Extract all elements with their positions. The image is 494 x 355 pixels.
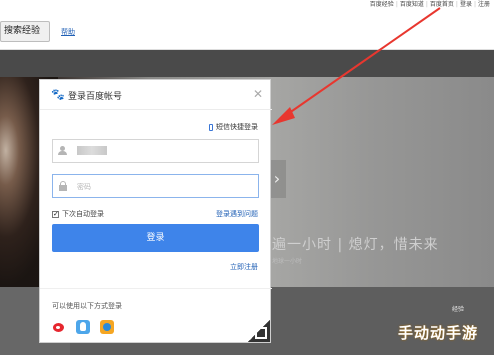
hero-subline: 地球一小时 bbox=[272, 258, 303, 265]
top-link-jingyan[interactable]: 百度经验 bbox=[370, 0, 394, 10]
divider bbox=[40, 288, 272, 289]
user-icon bbox=[58, 146, 68, 156]
phone-icon bbox=[209, 123, 213, 131]
watermark-text: 手动动手游 bbox=[398, 324, 479, 342]
login-button[interactable]: 登录 bbox=[52, 224, 259, 252]
dialog-header: 🐾 登录百度帐号 ✕ bbox=[40, 80, 272, 110]
top-link-home[interactable]: 百度首页 bbox=[430, 0, 454, 10]
auto-login-label: 下次自动登录 bbox=[62, 210, 104, 218]
auto-login-checkbox[interactable] bbox=[52, 210, 59, 218]
search-bar: 搜索经验 帮助 bbox=[0, 16, 494, 50]
dialog-title: 登录百度帐号 bbox=[68, 92, 123, 102]
top-link-zhidao[interactable]: 百度知道 bbox=[400, 0, 424, 10]
top-link-register[interactable]: 注册 bbox=[478, 0, 490, 10]
sms-login-label: 短信快捷登录 bbox=[216, 123, 258, 131]
separator: | bbox=[395, 1, 398, 8]
weibo-icon[interactable] bbox=[52, 320, 66, 334]
watermark-small: 经验 bbox=[452, 306, 465, 313]
baidu-paw-icon: 🐾 bbox=[51, 88, 65, 101]
username-field[interactable] bbox=[52, 139, 259, 163]
username-value-blurred bbox=[77, 146, 107, 155]
close-icon[interactable]: ✕ bbox=[253, 87, 263, 101]
search-experience-button[interactable]: 搜索经验 bbox=[0, 21, 50, 42]
auto-login-option[interactable]: 下次自动登录 bbox=[52, 209, 104, 219]
hero-headline: 遍一小时 | 熄灯，惜未来 bbox=[272, 237, 439, 253]
qq-icon[interactable] bbox=[76, 320, 90, 334]
login-trouble-link[interactable]: 登录遇到问题 bbox=[216, 209, 258, 219]
separator: | bbox=[473, 1, 476, 8]
top-links: 百度经验 | 百度知道 | 百度首页 | 登录 | 注册 bbox=[370, 0, 490, 10]
qr-code-icon[interactable] bbox=[248, 320, 270, 342]
nav-band bbox=[0, 50, 494, 77]
password-field[interactable]: 密码 bbox=[52, 174, 259, 198]
sms-login-link[interactable]: 短信快捷登录 bbox=[209, 122, 258, 132]
register-link[interactable]: 立即注册 bbox=[230, 262, 258, 272]
lock-icon bbox=[58, 181, 68, 191]
top-link-login[interactable]: 登录 bbox=[460, 0, 472, 10]
separator: | bbox=[425, 1, 428, 8]
help-link[interactable]: 帮助 bbox=[61, 27, 75, 37]
login-dialog: 🐾 登录百度帐号 ✕ 短信快捷登录 密码 下次自动登录 登录遇到问题 登录 立即… bbox=[39, 79, 272, 343]
separator: | bbox=[455, 1, 458, 8]
other-login-label: 可以使用以下方式登录 bbox=[52, 302, 122, 310]
password-placeholder: 密码 bbox=[77, 183, 91, 191]
top-navigation: 百度经验 | 百度知道 | 百度首页 | 登录 | 注册 bbox=[0, 0, 494, 16]
fetion-icon[interactable] bbox=[100, 320, 114, 334]
